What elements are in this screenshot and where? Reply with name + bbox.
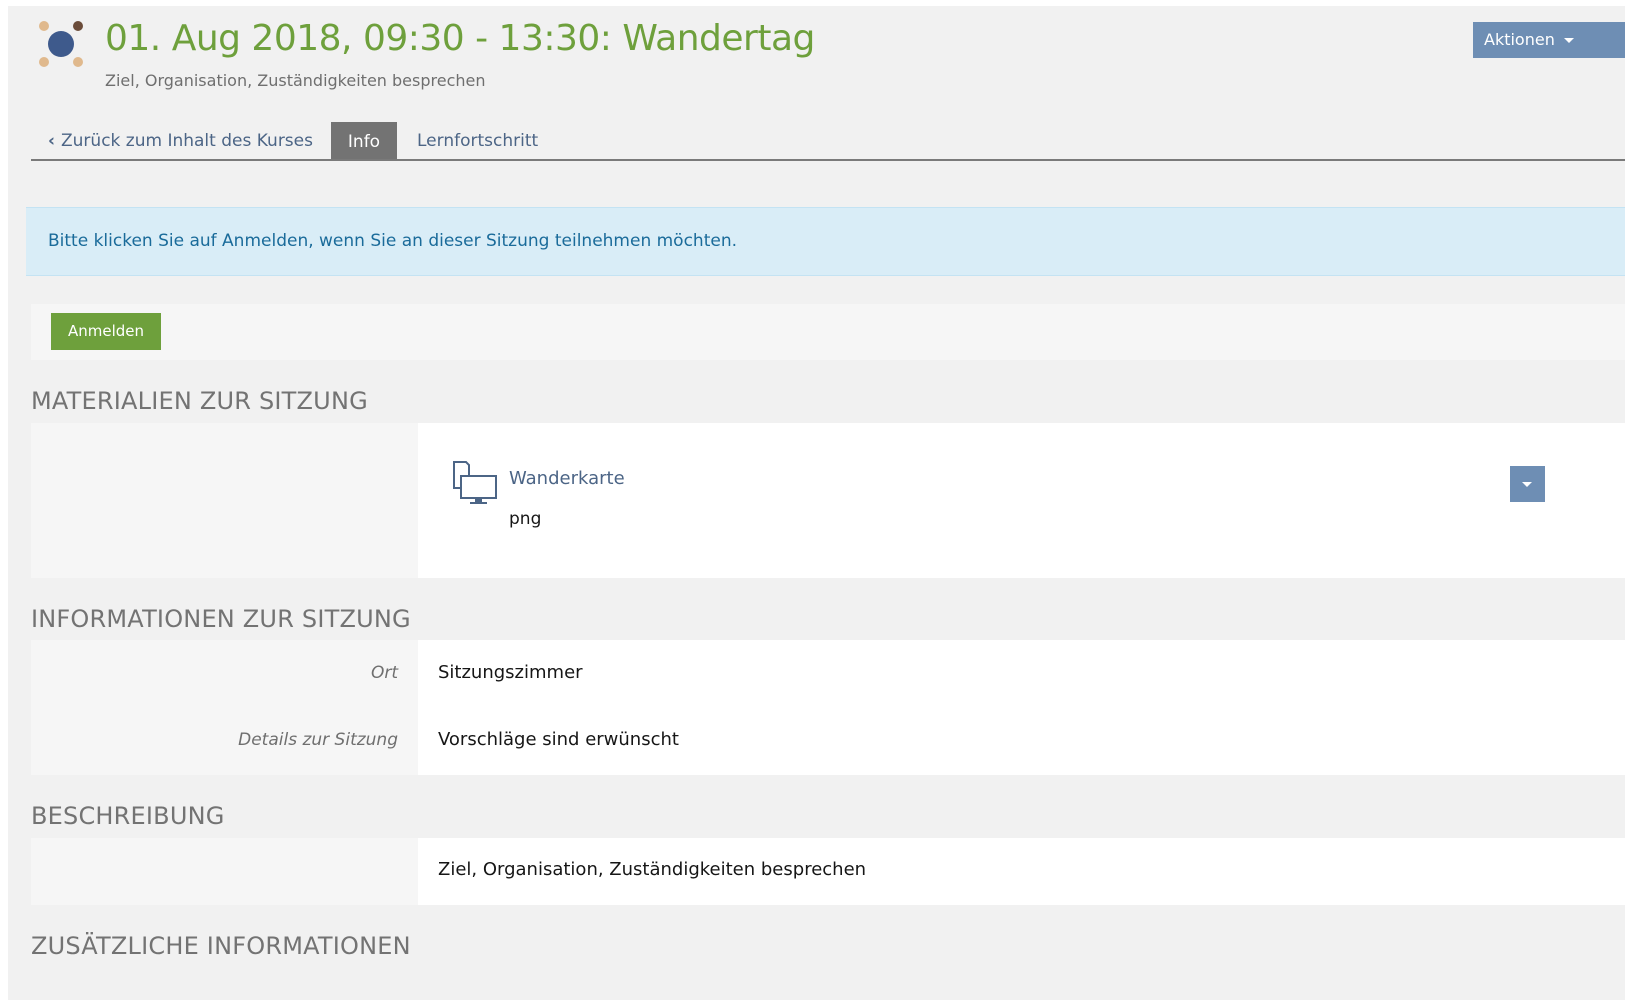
info-panel (418, 640, 1625, 775)
additional-info-section-title: ZUSÄTZLICHE INFORMATIONEN (31, 932, 411, 960)
material-actions-dropdown[interactable] (1510, 466, 1545, 502)
material-file-link[interactable]: Wanderkarte (509, 468, 625, 489)
description-text: Ziel, Organisation, Zuständigkeiten besp… (438, 859, 867, 880)
page-subtitle: Ziel, Organisation, Zuständigkeiten besp… (105, 71, 486, 90)
tab-back-label: Zurück zum Inhalt des Kurses (61, 131, 313, 151)
chevron-down-icon (1563, 38, 1574, 43)
tab-learning-progress[interactable]: Lernfortschritt (417, 131, 538, 151)
chevron-down-icon (1522, 482, 1532, 487)
actions-button-label: Aktionen (1484, 30, 1555, 49)
tab-info[interactable]: Info (331, 122, 397, 159)
info-section-title: INFORMATIONEN ZUR SITZUNG (31, 605, 411, 633)
tabbar-divider (31, 159, 1625, 161)
info-panel-left (31, 640, 418, 775)
materials-panel (418, 423, 1625, 578)
field-label-location: Ort (370, 663, 398, 683)
material-file-type: png (509, 509, 542, 529)
action-toolbar (31, 304, 1625, 360)
materials-panel-left (31, 423, 418, 578)
session-object-icon (39, 21, 83, 67)
description-section-title: BESCHREIBUNG (31, 802, 225, 830)
info-alert-text: Bitte klicken Sie auf Anmelden, wenn Sie… (48, 231, 738, 251)
file-icon (453, 461, 497, 504)
chevron-left-icon: ‹ (48, 131, 56, 151)
register-button[interactable]: Anmelden (51, 313, 161, 350)
description-panel-left (31, 838, 418, 905)
field-label-details: Details zur Sitzung (238, 730, 398, 750)
tab-back-to-course[interactable]: ‹ Zurück zum Inhalt des Kurses (48, 131, 313, 151)
actions-dropdown-button[interactable]: Aktionen (1473, 22, 1625, 58)
field-value-location: Sitzungszimmer (438, 662, 583, 683)
field-value-details: Vorschläge sind erwünscht (438, 729, 679, 750)
page-title: 01. Aug 2018, 09:30 - 13:30: Wandertag (105, 18, 815, 59)
materials-section-title: MATERIALIEN ZUR SITZUNG (31, 387, 368, 415)
